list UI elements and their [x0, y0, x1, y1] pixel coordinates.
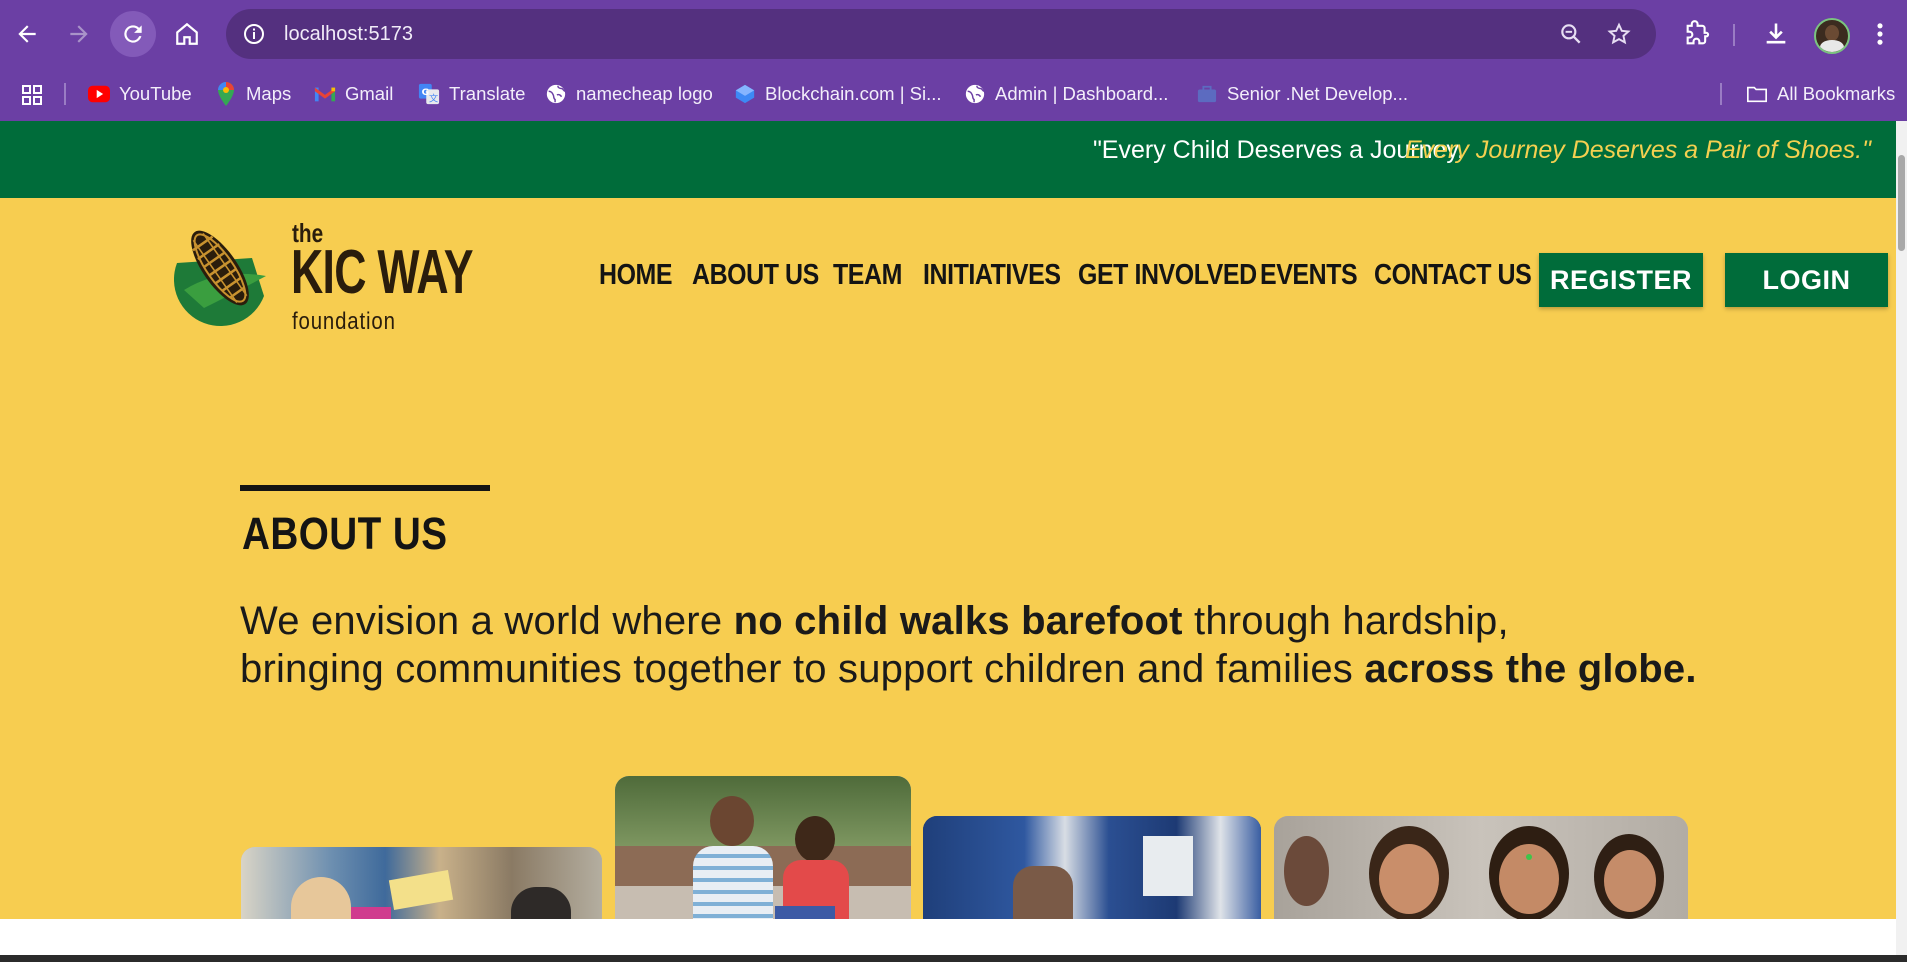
url-text[interactable]: localhost:5173 — [284, 9, 413, 59]
bookmark-maps[interactable]: Maps — [215, 67, 291, 121]
arrow-left-icon — [18, 25, 36, 43]
nav-get-involved[interactable]: GET INVOLVED — [1078, 259, 1257, 292]
all-bookmarks[interactable]: All Bookmarks — [1746, 67, 1895, 121]
globe-icon — [964, 83, 986, 105]
bookmark-youtube[interactable]: YouTube — [88, 67, 192, 121]
nav-contact-us[interactable]: CONTACT US — [1374, 259, 1532, 292]
address-bar[interactable]: localhost:5173 — [226, 9, 1656, 59]
register-button[interactable]: REGISTER — [1539, 253, 1703, 307]
scrollbar[interactable] — [1896, 121, 1907, 962]
translate-icon: G文 — [418, 83, 440, 105]
apps-grid-icon[interactable] — [20, 83, 44, 107]
about-statement-line2: bringing communities together to support… — [240, 647, 1697, 691]
star-icon[interactable] — [1606, 21, 1632, 47]
bookmark-admin-dashboard[interactable]: Admin | Dashboard... — [964, 67, 1168, 121]
zoom-icon[interactable] — [1558, 21, 1584, 47]
tagline-banner: "Every Child Deserves a Journey. Every J… — [0, 121, 1896, 198]
bookmark-translate[interactable]: G文 Translate — [418, 67, 525, 121]
page-viewport: "Every Child Deserves a Journey. Every J… — [0, 121, 1896, 962]
download-icon[interactable] — [1762, 20, 1790, 48]
svg-text:G: G — [422, 87, 430, 98]
forward-button[interactable] — [56, 11, 102, 57]
section-rule — [240, 485, 490, 491]
menu-dots-icon[interactable] — [1873, 20, 1887, 48]
tagline-part2: Every Journey Deserves a Pair of Shoes." — [1404, 136, 1871, 164]
site-info-icon[interactable] — [242, 22, 266, 46]
blockchain-icon — [734, 83, 756, 105]
bookmarks-bar: YouTube Maps Gmail G文 Translate namechea… — [0, 67, 1907, 121]
logo-name: KIC WAY — [291, 238, 474, 307]
avatar[interactable] — [1814, 18, 1850, 54]
maps-icon — [215, 82, 237, 106]
home-icon — [176, 22, 198, 45]
site-logo[interactable]: the KIC WAY foundation — [173, 218, 474, 338]
logo-foundation: foundation — [292, 308, 396, 335]
about-statement-line1: We envision a world where no child walks… — [240, 599, 1509, 643]
briefcase-icon — [1196, 83, 1218, 105]
youtube-icon — [88, 83, 110, 105]
bookmark-namecheap[interactable]: namecheap logo — [545, 67, 713, 121]
nav-about-us[interactable]: ABOUT US — [692, 259, 819, 292]
scrollbar-thumb[interactable] — [1898, 155, 1905, 251]
login-button[interactable]: LOGIN — [1725, 253, 1888, 307]
bookmark-senior-net-developer[interactable]: Senior .Net Develop... — [1196, 67, 1408, 121]
reload-button[interactable] — [110, 11, 156, 57]
svg-text:文: 文 — [429, 92, 438, 104]
bookmark-blockchain[interactable]: Blockchain.com | Si... — [734, 67, 942, 121]
nav-initiatives[interactable]: INITIATIVES — [923, 259, 1061, 292]
site-header: the KIC WAY foundation HOME ABOUT US TEA… — [0, 198, 1896, 338]
home-button[interactable] — [164, 11, 210, 57]
reload-icon — [124, 25, 142, 43]
folder-icon — [1746, 83, 1768, 105]
globe-icon — [545, 83, 567, 105]
bookmark-gmail[interactable]: Gmail — [314, 67, 393, 121]
nav-team[interactable]: TEAM — [833, 259, 902, 292]
taskbar-edge — [0, 955, 1907, 962]
browser-toolbar: localhost:5173 — [0, 0, 1907, 67]
about-title: ABOUT US — [242, 508, 448, 559]
nav-home[interactable]: HOME — [599, 259, 673, 292]
gmail-icon — [314, 83, 336, 105]
arrow-right-icon — [70, 25, 88, 43]
back-button[interactable] — [4, 11, 50, 57]
extensions-icon[interactable] — [1683, 20, 1711, 48]
nav-events[interactable]: EVENTS — [1260, 259, 1358, 292]
